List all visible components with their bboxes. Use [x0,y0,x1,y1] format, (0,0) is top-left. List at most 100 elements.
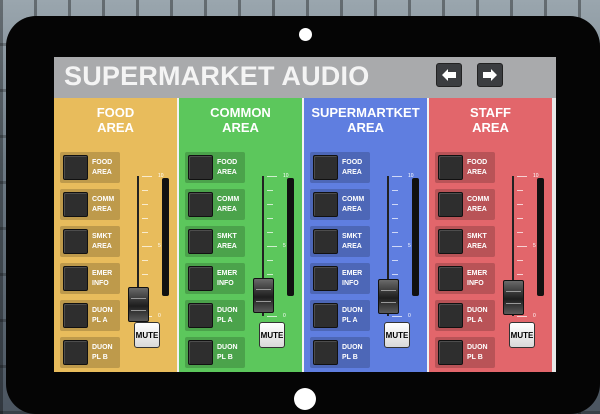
source-label-line1: COMM [92,196,115,203]
source-select-button[interactable]: FOOD AREA [60,152,120,183]
source-label-line1: SMKT [217,233,237,240]
source-button-label: COMM AREA [92,195,120,215]
fader-knob[interactable] [253,277,274,313]
source-button-pad[interactable] [63,229,88,254]
source-select-button[interactable]: DUON PL A [310,300,370,331]
source-button-pad[interactable] [63,340,88,365]
source-select-button[interactable]: SMKT AREA [60,226,120,257]
source-button-pad[interactable] [188,340,213,365]
fader-tick [142,246,152,247]
source-select-button[interactable]: COMM AREA [310,189,370,220]
source-button-pad[interactable] [313,340,338,365]
source-button-pad[interactable] [188,155,213,180]
zone-title: COMMON AREA [179,105,302,135]
source-select-button[interactable]: SMKT AREA [310,226,370,257]
source-button-pad[interactable] [438,229,463,254]
fader-tick [517,218,523,219]
source-label-line2: AREA [342,169,362,176]
source-select-button[interactable]: DUON PL B [435,337,495,368]
fader-knob[interactable] [503,280,524,316]
level-meter [287,178,294,296]
source-button-list: FOOD AREA COMM AREA SMKT AREA EMER INFO DUON PL A… [435,152,495,372]
source-button-pad[interactable] [313,155,338,180]
source-select-button[interactable]: EMER INFO [60,263,120,294]
source-button-pad[interactable] [438,192,463,217]
source-button-pad[interactable] [313,229,338,254]
page-title: SUPERMARKET AUDIO [64,61,370,91]
source-button-pad[interactable] [63,266,88,291]
home-button[interactable] [294,388,316,410]
source-select-button[interactable]: COMM AREA [60,189,120,220]
source-select-button[interactable]: FOOD AREA [435,152,495,183]
source-button-label: DUON PL A [467,306,495,326]
fader-tick [517,246,527,247]
source-button-pad[interactable] [438,340,463,365]
source-select-button[interactable]: DUON PL B [185,337,245,368]
source-select-button[interactable]: DUON PL B [310,337,370,368]
source-label-line2: PL B [92,354,108,361]
fader-tick [267,204,273,205]
forward-button[interactable] [477,63,503,87]
fader-tick [517,176,527,177]
mute-button[interactable]: MUTE [509,322,535,348]
source-button-pad[interactable] [313,266,338,291]
source-select-button[interactable]: SMKT AREA [435,226,495,257]
source-select-button[interactable]: COMM AREA [185,189,245,220]
back-button[interactable] [436,63,462,87]
source-label-line1: DUON [92,344,113,351]
fader-scale-number: 5 [408,243,411,249]
source-button-pad[interactable] [63,155,88,180]
fader-tick [392,260,398,261]
source-button-pad[interactable] [438,266,463,291]
source-button-label: DUON PL B [342,343,370,363]
source-select-button[interactable]: EMER INFO [310,263,370,294]
source-button-label: SMKT AREA [92,232,120,252]
source-button-pad[interactable] [188,192,213,217]
source-button-pad[interactable] [63,303,88,328]
zone-title-line1: SUPERMARTKET [311,105,420,120]
source-button-label: DUON PL A [92,306,120,326]
zone-panel: FOOD AREA FOOD AREA COMM AREA SMKT AREA EMER INFO… [54,98,177,372]
source-select-button[interactable]: DUON PL A [185,300,245,331]
source-button-pad[interactable] [63,192,88,217]
source-button-pad[interactable] [438,155,463,180]
source-select-button[interactable]: SMKT AREA [185,226,245,257]
source-select-button[interactable]: EMER INFO [185,263,245,294]
zone-title-line2: AREA [347,120,384,135]
source-button-pad[interactable] [438,303,463,328]
fader-knob[interactable] [378,278,399,314]
source-select-button[interactable]: FOOD AREA [185,152,245,183]
fader-knob[interactable] [128,287,149,322]
source-select-button[interactable]: EMER INFO [435,263,495,294]
source-button-pad[interactable] [313,303,338,328]
source-button-pad[interactable] [313,192,338,217]
source-label-line1: EMER [467,270,488,277]
source-select-button[interactable]: DUON PL A [60,300,120,331]
fader-tick [517,204,523,205]
source-label-line1: DUON [467,307,488,314]
zone-title: STAFF AREA [429,105,552,135]
fader-tick [517,190,523,191]
source-label-line1: EMER [342,270,363,277]
fader-scale-number: 0 [408,313,411,319]
zone-panels: FOOD AREA FOOD AREA COMM AREA SMKT AREA EMER INFO… [54,98,556,372]
source-select-button[interactable]: DUON PL A [435,300,495,331]
source-select-button[interactable]: FOOD AREA [310,152,370,183]
source-button-pad[interactable] [188,303,213,328]
source-button-pad[interactable] [188,266,213,291]
source-label-line1: SMKT [342,233,362,240]
arrow-left-icon [442,69,456,81]
mute-button[interactable]: MUTE [134,322,160,348]
source-button-pad[interactable] [188,229,213,254]
mute-button[interactable]: MUTE [384,322,410,348]
source-label-line1: COMM [342,196,365,203]
source-select-button[interactable]: COMM AREA [435,189,495,220]
source-button-label: EMER INFO [342,269,370,289]
source-select-button[interactable]: DUON PL B [60,337,120,368]
source-label-line2: AREA [342,206,362,213]
fader-tick [142,218,148,219]
source-button-label: FOOD AREA [467,158,495,178]
level-meter [537,178,544,296]
fader-tick [517,232,523,233]
mute-button[interactable]: MUTE [259,322,285,348]
